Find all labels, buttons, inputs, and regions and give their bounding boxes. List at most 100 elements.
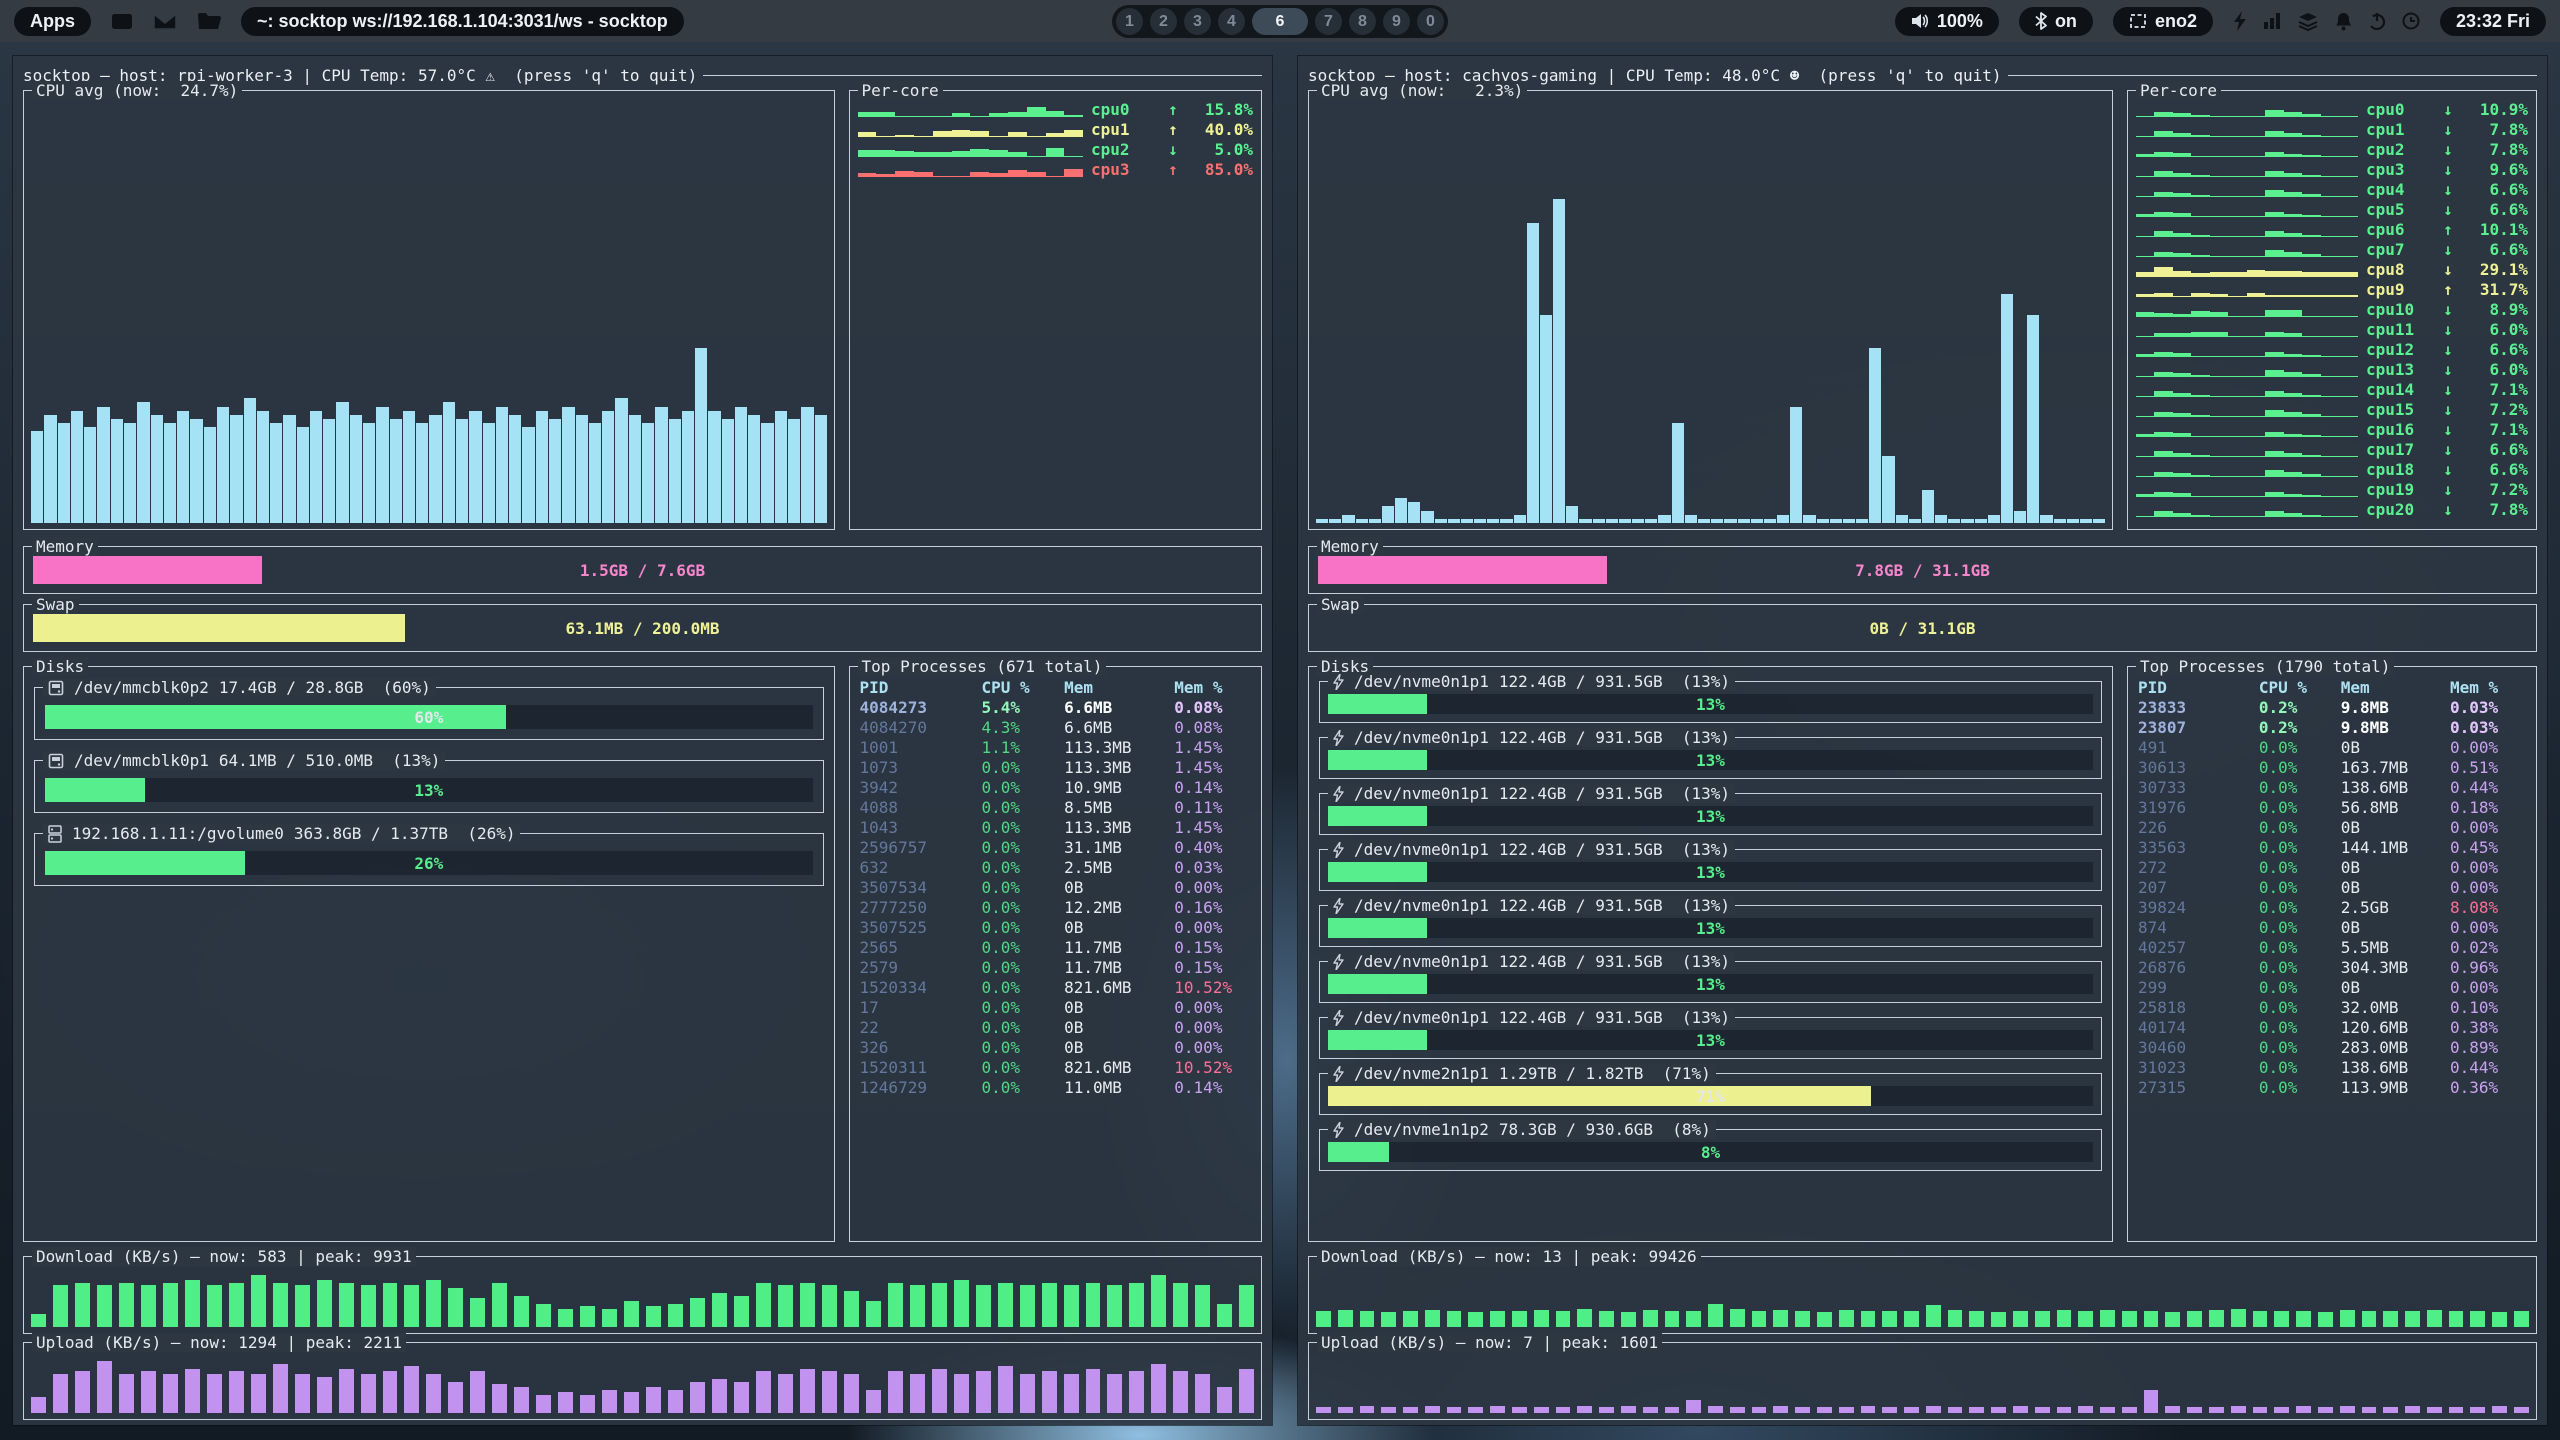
- disk-name: /dev/nvme2n1p1: [1354, 1064, 1489, 1083]
- workspace-1[interactable]: 1: [1116, 8, 1143, 35]
- disk-header: /dev/mmcblk0p164.1MB / 510.0MB (13%): [43, 751, 445, 770]
- disk-usage: 64.1MB / 510.0MB (13%): [219, 751, 441, 770]
- process-row: 25967570.0%31.1MB0.40%: [860, 837, 1253, 857]
- process-table-header: PIDCPU %MemMem %: [860, 677, 1253, 697]
- cpu-avg-panel: CPU avg (now: 24.7%): [23, 90, 835, 530]
- volume-control[interactable]: 100%: [1895, 7, 1999, 36]
- bluetooth-control[interactable]: on: [2019, 7, 2093, 36]
- core-sparkline: [2136, 360, 2358, 377]
- disks-panel: Disks /dev/nvme0n1p1122.4GB / 931.5GB (1…: [1308, 666, 2113, 1242]
- process-row: 220.0%0B0.00%: [860, 1017, 1253, 1037]
- apps-button[interactable]: Apps: [14, 7, 91, 36]
- disk-item: /dev/nvme0n1p1122.4GB / 931.5GB (13%)13%: [1319, 1017, 2102, 1059]
- core-row-cpu19: cpu19↓7.2%: [2128, 479, 2536, 499]
- bolt-icon[interactable]: [2233, 11, 2247, 31]
- workspace-4[interactable]: 4: [1218, 8, 1245, 35]
- title-rule: [703, 75, 1262, 76]
- clock-pill[interactable]: 23:32 Fri: [2440, 7, 2546, 36]
- process-row: 35075340.0%0B0.00%: [860, 877, 1253, 897]
- core-sparkline: [2136, 100, 2358, 117]
- terminal-window-rpi-worker-3[interactable]: socktop — host: rpi-worker-3 | CPU Temp:…: [13, 56, 1272, 1425]
- process-row: 238330.2%9.8MB0.03%: [2138, 697, 2528, 717]
- upload-panel-title: Upload (KB/s) — now: 7 | peak: 1601: [1317, 1333, 1662, 1352]
- disks-panel: Disks /dev/mmcblk0p217.4GB / 28.8GB (60%…: [23, 666, 835, 1242]
- per-core-panel: Per-core cpu0↓10.9%cpu1↓7.8%cpu2↓7.8%cpu…: [2127, 90, 2537, 530]
- disk-name: /dev/nvme0n1p1: [1354, 1008, 1489, 1027]
- bars-icon[interactable]: [2263, 12, 2281, 30]
- upload-panel: Upload (KB/s) — now: 1294 | peak: 2211: [23, 1342, 1262, 1420]
- disk-header: /dev/mmcblk0p217.4GB / 28.8GB (60%): [43, 678, 436, 697]
- clock-icon[interactable]: [2402, 12, 2420, 30]
- disk-item: /dev/nvme0n1p1122.4GB / 931.5GB (13%)13%: [1319, 905, 2102, 947]
- core-row-cpu15: cpu15↓7.2%: [2128, 399, 2536, 419]
- disk-item: /dev/mmcblk0p164.1MB / 510.0MB (13%)13%: [34, 760, 824, 813]
- disk-list: /dev/nvme0n1p1122.4GB / 931.5GB (13%)13%…: [1309, 681, 2112, 1171]
- power-icon[interactable]: [2368, 12, 2386, 30]
- core-sparkline: [858, 120, 1083, 137]
- disk-usage: 122.4GB / 931.5GB (13%): [1499, 672, 1730, 691]
- per-core-panel: Per-core cpu0↑15.8%cpu1↑40.0%cpu2↓5.0%cp…: [849, 90, 1262, 530]
- workspace-9[interactable]: 9: [1383, 8, 1410, 35]
- workspace-7[interactable]: 7: [1315, 8, 1342, 35]
- cpu-avg-panel: CPU avg (now: 2.3%): [1308, 90, 2113, 530]
- core-row-cpu7: cpu7↓6.6%: [2128, 239, 2536, 259]
- core-sparkline: [858, 100, 1083, 117]
- disk-usage: 122.4GB / 931.5GB (13%): [1499, 896, 1730, 915]
- bolt-icon: [1333, 730, 1344, 746]
- process-row: 39420.0%10.9MB0.14%: [860, 777, 1253, 797]
- disk-item: /dev/nvme0n1p1122.4GB / 931.5GB (13%)13%: [1319, 681, 2102, 723]
- core-sparkline: [2136, 240, 2358, 257]
- disk-header: /dev/nvme0n1p1122.4GB / 931.5GB (13%): [1328, 840, 1735, 859]
- window-icon[interactable]: [111, 13, 133, 30]
- disk-usage: 122.4GB / 931.5GB (13%): [1499, 952, 1730, 971]
- core-sparkline: [858, 160, 1083, 177]
- disk-name: /dev/mmcblk0p2: [74, 678, 209, 697]
- core-row-cpu3: cpu3↑85.0%: [850, 159, 1261, 179]
- process-row: 401740.0%120.6MB0.38%: [2138, 1017, 2528, 1037]
- network-interface: eno2: [2155, 11, 2197, 32]
- cpu-avg-chart: [31, 107, 827, 523]
- disk-usage-bar: 60%: [45, 705, 813, 729]
- workspace-2[interactable]: 2: [1150, 8, 1177, 35]
- core-sparkline: [2136, 280, 2358, 297]
- workspace-0[interactable]: 0: [1417, 8, 1444, 35]
- network-control[interactable]: eno2: [2113, 7, 2213, 36]
- folder-icon[interactable]: [197, 12, 221, 30]
- download-panel: Download (KB/s) — now: 13 | peak: 99426: [1308, 1256, 2537, 1334]
- workspace-6[interactable]: 6: [1252, 8, 1308, 35]
- layers-icon[interactable]: [2297, 12, 2319, 31]
- terminal-window-cachyos-gaming[interactable]: socktop — host: cachyos-gaming | CPU Tem…: [1298, 56, 2547, 1425]
- workspace-switcher: 123467890: [1112, 5, 1448, 38]
- process-row: 2720.0%0B0.00%: [2138, 857, 2528, 877]
- disk-usage-percent: 13%: [1328, 750, 2093, 770]
- core-row-cpu6: cpu6↑10.1%: [2128, 219, 2536, 239]
- process-row: 25790.0%11.7MB0.15%: [860, 957, 1253, 977]
- core-row-cpu13: cpu13↓6.0%: [2128, 359, 2536, 379]
- bluetooth-state: on: [2055, 11, 2077, 32]
- core-sparkline: [2136, 340, 2358, 357]
- disk-usage-bar: 71%: [1328, 1086, 2093, 1106]
- bell-icon[interactable]: [2335, 12, 2352, 31]
- taskbar: Apps ~: socktop ws://192.168.1.104:3031/…: [0, 0, 2560, 42]
- swap-panel-title: Swap: [32, 595, 79, 614]
- upload-chart: [31, 1361, 1254, 1413]
- workspace-3[interactable]: 3: [1184, 8, 1211, 35]
- disk-item: /dev/mmcblk0p217.4GB / 28.8GB (60%)60%: [34, 687, 824, 740]
- process-row: 35075250.0%0B0.00%: [860, 917, 1253, 937]
- active-window-tab[interactable]: ~: socktop ws://192.168.1.104:3031/ws - …: [241, 7, 684, 36]
- disk-header: /dev/nvme0n1p1122.4GB / 931.5GB (13%): [1328, 1008, 1735, 1027]
- mail-icon[interactable]: [153, 13, 177, 30]
- core-row-cpu18: cpu18↓6.6%: [2128, 459, 2536, 479]
- disk-header: /dev/nvme0n1p1122.4GB / 931.5GB (13%): [1328, 952, 1735, 971]
- volume-level: 100%: [1937, 11, 1983, 32]
- core-sparkline: [2136, 140, 2358, 157]
- core-sparkline: [2136, 460, 2358, 477]
- workspace-8[interactable]: 8: [1349, 8, 1376, 35]
- core-sparkline: [2136, 200, 2358, 217]
- disk-usage-percent: 13%: [45, 778, 813, 802]
- bolt-icon: [1333, 842, 1344, 858]
- disk-usage-percent: 13%: [1328, 862, 2093, 882]
- taskbar-right: 100% on eno2 23:32 Fri: [1895, 7, 2546, 36]
- core-sparkline: [2136, 120, 2358, 137]
- disk-name: /dev/nvme0n1p1: [1354, 840, 1489, 859]
